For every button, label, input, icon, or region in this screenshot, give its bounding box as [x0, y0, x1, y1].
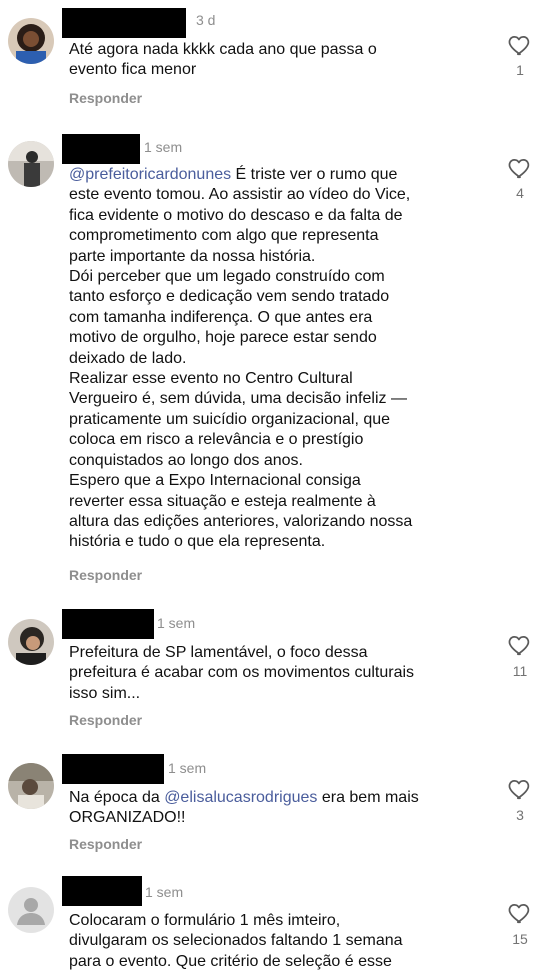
avatar[interactable]	[8, 619, 54, 665]
reply-button[interactable]: Responder	[69, 712, 142, 728]
redacted-username	[62, 134, 140, 164]
reply-button[interactable]: Responder	[69, 90, 142, 106]
like-count: 4	[516, 185, 524, 201]
avatar-photo	[8, 619, 54, 665]
comment-text: Na época da @elisalucasrodrigues era bem…	[69, 789, 419, 827]
comment-time: 1 sem	[168, 760, 207, 776]
default-avatar-icon	[8, 887, 54, 933]
like-count: 3	[516, 807, 524, 823]
avatar-photo	[8, 141, 54, 187]
heart-outline-icon[interactable]	[507, 900, 533, 926]
heart-outline-icon[interactable]	[507, 155, 533, 181]
heart-outline-icon[interactable]	[507, 632, 533, 658]
like-count: 15	[512, 931, 528, 947]
redacted-username	[62, 754, 164, 784]
mention-link[interactable]: @elisalucasrodrigues	[164, 789, 317, 806]
redacted-username	[62, 8, 186, 38]
comment-text: Até agora nada kkkk cada ano que passa o…	[69, 41, 377, 79]
avatar[interactable]	[8, 18, 54, 64]
comment-time: 3 d	[196, 12, 216, 28]
like-count: 11	[512, 663, 528, 679]
comment-time: 1 sem	[157, 615, 196, 631]
reply-button[interactable]: Responder	[69, 567, 142, 583]
comment-text: @prefeitoricardonunes É triste ver o rum…	[69, 166, 413, 551]
avatar-photo	[8, 18, 54, 64]
comment-text: Prefeitura de SP lamentável, o foco dess…	[69, 644, 415, 702]
heart-outline-icon[interactable]	[507, 32, 533, 58]
avatar[interactable]	[8, 887, 54, 933]
avatar[interactable]	[8, 141, 54, 187]
comment-time: 1 sem	[144, 139, 183, 155]
comment-text: Colocaram o formulário 1 mês imteiro, di…	[69, 912, 403, 970]
avatar[interactable]	[8, 763, 54, 809]
comment-time: 1 sem	[145, 884, 184, 900]
redacted-username	[62, 876, 142, 906]
heart-outline-icon[interactable]	[507, 776, 533, 802]
avatar-photo	[8, 763, 54, 809]
redacted-username	[62, 609, 154, 639]
mention-link[interactable]: @prefeitoricardonunes	[69, 166, 231, 183]
reply-button[interactable]: Responder	[69, 836, 142, 852]
like-count: 1	[516, 62, 524, 78]
